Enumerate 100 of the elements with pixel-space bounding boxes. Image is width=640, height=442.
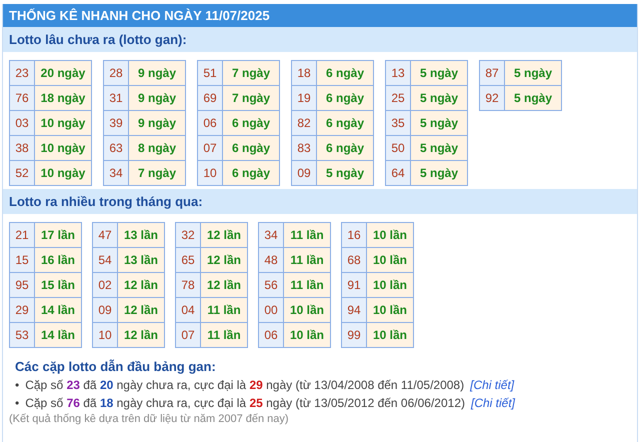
number-cell: 34 (104, 160, 128, 186)
count-cell: 11 lần (200, 322, 248, 348)
number-cell: 38 (10, 136, 34, 160)
count-cell: 6 ngày (316, 60, 374, 86)
count-cell: 10 ngày (34, 110, 92, 136)
number-cell: 65 (176, 248, 200, 272)
count-cell: 12 lần (118, 298, 164, 322)
bullet: • (15, 395, 20, 411)
number-cell: 23 (10, 60, 34, 86)
section-heading: Lotto ra nhiều trong tháng qua: (3, 189, 637, 214)
count-cell: 6 ngày (316, 136, 374, 160)
number-cell: 39 (104, 110, 128, 136)
count-cell: 9 ngày (128, 60, 186, 86)
leader-line: Cặp số 76 đã 18 ngày chưa ra, cực đại là 25 ngày (từ 13/05/2012 đến 06/06/2012) (25, 395, 465, 411)
number-cell: 07 (198, 136, 222, 160)
count-cell: 10 lần (366, 322, 414, 348)
number-cell: 99 (342, 322, 366, 348)
number-cell: 50 (386, 136, 410, 160)
number-cell: 21 (10, 222, 34, 248)
count-cell: 11 lần (284, 222, 330, 248)
count-cell: 5 ngày (410, 136, 468, 160)
count-cell: 6 ngày (222, 110, 280, 136)
number-cell: 09 (292, 160, 316, 186)
number-cell: 31 (104, 86, 128, 110)
number-cell: 09 (92, 298, 118, 322)
count-cell: 12 lần (118, 272, 164, 298)
count-cell: 11 lần (284, 272, 330, 298)
number-cell: 15 (10, 248, 34, 272)
section-heading: Lotto lâu chưa ra (lotto gan): (3, 27, 637, 52)
leaders-heading: Các cặp lotto dẫn đầu bảng gan: (14, 358, 217, 376)
number-cell: 10 (198, 160, 222, 186)
number-cell: 06 (258, 322, 284, 348)
count-cell: 15 lần (34, 272, 82, 298)
count-cell: 9 ngày (128, 86, 186, 110)
count-cell: 13 lần (118, 222, 164, 248)
count-cell: 11 lần (284, 248, 330, 272)
count-cell: 12 lần (200, 248, 248, 272)
number-cell: 52 (10, 160, 34, 186)
count-cell: 10 lần (284, 298, 330, 322)
count-cell: 10 ngày (34, 136, 92, 160)
number-cell: 47 (92, 222, 118, 248)
number-cell: 25 (386, 86, 410, 110)
number-cell: 87 (480, 60, 504, 86)
number-cell: 64 (386, 160, 410, 186)
number-cell: 51 (198, 60, 222, 86)
count-cell: 10 lần (284, 322, 330, 348)
number-cell: 83 (292, 136, 316, 160)
number-cell: 82 (292, 110, 316, 136)
number-cell: 92 (480, 86, 504, 110)
details-link[interactable]: [Chi tiết] (471, 394, 516, 412)
count-cell: 6 ngày (316, 86, 374, 110)
count-cell: 12 lần (200, 222, 248, 248)
number-cell: 76 (10, 86, 34, 110)
number-cell: 00 (258, 298, 284, 322)
leader-line: Cặp số 23 đã 20 ngày chưa ra, cực đại là 29 ngày (từ 13/04/2008 đến 11/05/2008) (25, 377, 464, 393)
count-cell: 13 lần (118, 248, 164, 272)
count-cell: 10 lần (366, 272, 414, 298)
number-cell: 18 (292, 60, 316, 86)
count-cell: 7 ngày (222, 60, 280, 86)
number-cell: 68 (342, 248, 366, 272)
number-cell: 35 (386, 110, 410, 136)
count-cell: 18 ngày (34, 86, 92, 110)
count-cell: 5 ngày (410, 86, 468, 110)
count-cell: 11 lần (200, 298, 248, 322)
number-cell: 03 (10, 110, 34, 136)
count-cell: 10 ngày (34, 160, 92, 186)
number-cell: 69 (198, 86, 222, 110)
page-title: THỐNG KÊ NHANH CHO NGÀY 11/07/2025 (3, 4, 637, 27)
count-cell: 17 lần (34, 222, 82, 248)
footnote: (Kết quả thống kê dựa trên dữ liệu từ năm 2007 đến nay) (8, 412, 290, 426)
number-cell: 91 (342, 272, 366, 298)
number-cell: 04 (176, 298, 200, 322)
number-cell: 32 (176, 222, 200, 248)
number-cell: 02 (92, 272, 118, 298)
number-cell: 94 (342, 298, 366, 322)
count-cell: 5 ngày (410, 110, 468, 136)
number-cell: 28 (104, 60, 128, 86)
number-cell: 56 (258, 272, 284, 298)
details-link[interactable]: [Chi tiết] (470, 376, 514, 394)
count-cell: 9 ngày (128, 110, 186, 136)
count-cell: 12 lần (118, 322, 164, 348)
count-cell: 12 lần (200, 272, 248, 298)
number-cell: 54 (92, 248, 118, 272)
number-cell: 53 (10, 322, 34, 348)
count-cell: 5 ngày (316, 160, 374, 186)
count-cell: 8 ngày (128, 136, 186, 160)
number-cell: 19 (292, 86, 316, 110)
number-cell: 48 (258, 248, 284, 272)
number-cell: 95 (10, 272, 34, 298)
count-cell: 7 ngày (128, 160, 186, 186)
count-cell: 16 lần (34, 248, 82, 272)
count-cell: 5 ngày (504, 60, 562, 86)
count-cell: 14 lần (34, 298, 82, 322)
count-cell: 6 ngày (316, 110, 374, 136)
number-cell: 10 (92, 322, 118, 348)
count-cell: 20 ngày (34, 60, 92, 86)
count-cell: 5 ngày (410, 60, 468, 86)
count-cell: 5 ngày (410, 160, 468, 186)
count-cell: 5 ngày (504, 86, 562, 110)
count-cell: 6 ngày (222, 136, 280, 160)
